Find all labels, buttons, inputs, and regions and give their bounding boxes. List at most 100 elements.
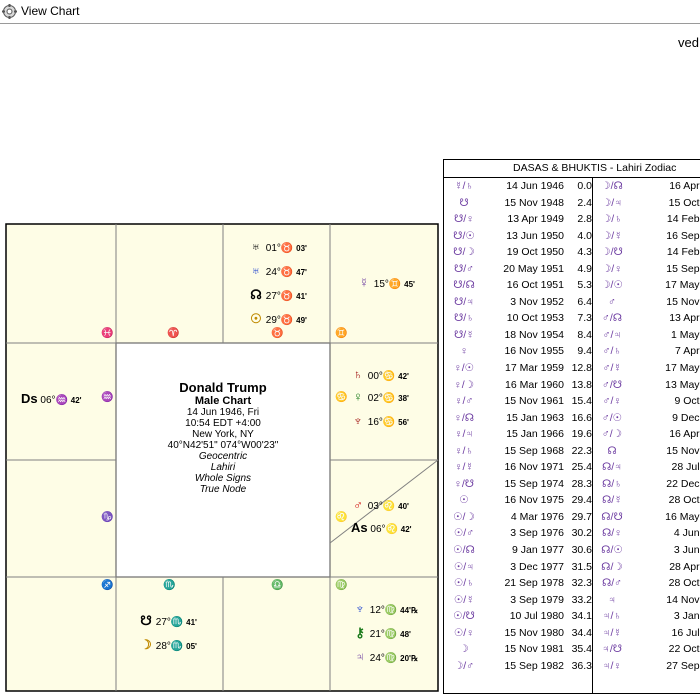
table-row[interactable]: ☋/♃ 3 Nov 1952 6.4 ♂ 15 Nov 199: [444, 294, 700, 311]
table-row[interactable]: ♀/☋ 15 Sep 1974 28.3 ☊/♄ 22 Dec 200: [444, 476, 700, 493]
bhukti-lord: ☊: [607, 444, 617, 457]
table-row[interactable]: ☋/♂ 20 May 1951 4.9 ☽/♀ 15 Sep 198: [444, 261, 700, 278]
table-row[interactable]: ♀/♃ 15 Jan 1966 19.6 ♂/☽ 16 Apr 199: [444, 426, 700, 443]
bhukti-lord: ♃/♀: [602, 659, 622, 672]
planet-entry: As 06°♌ 42': [351, 520, 412, 535]
dasa-lord: ☋/☽: [453, 246, 475, 259]
dasa-lord: ♀/♂: [454, 395, 474, 408]
dasa-lord: ☉/☋: [453, 610, 475, 623]
sign-pisces: ♓: [101, 328, 114, 339]
table-row[interactable]: ♀ 16 Nov 1955 9.4 ♂/♄ 7 Apr 199: [444, 343, 700, 360]
sign-sagittarius: ♐: [101, 580, 114, 591]
table-row[interactable]: ☋/☊ 16 Oct 1951 5.3 ☽/☉ 17 May 199: [444, 277, 700, 294]
uranus-blue-icon: ♅: [251, 263, 261, 278]
dasa-age: 33.2: [571, 593, 592, 606]
bhukti-start-date: 16 Sep 198: [666, 229, 700, 242]
bhukti-start-date: 28 Apr 201: [669, 560, 700, 573]
table-row[interactable]: ☉/♀ 15 Nov 1980 34.4 ♃/☿ 16 Jul 202: [444, 625, 700, 642]
bhukti-start-date: 27 Sep 202: [666, 659, 700, 672]
dasa-start-date: 15 Nov 1981: [504, 643, 564, 656]
bhukti-start-date: 3 Jan 201: [673, 610, 700, 623]
table-row[interactable]: ☋ 15 Nov 1948 2.4 ☽/♃ 15 Oct 198: [444, 195, 700, 212]
table-row[interactable]: ☋/☉ 13 Jun 1950 4.0 ☽/☿ 16 Sep 198: [444, 228, 700, 245]
planet-entry: ♅ 24°♉ 47': [249, 263, 307, 279]
dasa-age: 19.6: [571, 428, 592, 441]
neptune-blue-icon: ♆: [355, 601, 365, 616]
bhukti-start-date: 15 Nov 199: [666, 444, 700, 457]
table-row[interactable]: ♀/♄ 15 Sep 1968 22.3 ☊ 15 Nov 199: [444, 443, 700, 460]
table-row[interactable]: ☋/☿ 18 Nov 1954 8.4 ♂/♃ 1 May 199: [444, 327, 700, 344]
dasa-lord: ♀/☋: [453, 477, 475, 490]
bhukti-start-date: 7 Apr 199: [675, 345, 700, 358]
bhukti-lord: ☊/☉: [601, 544, 623, 557]
bhukti-start-date: 17 May 199: [665, 362, 700, 375]
dasa-lord: ♀/☊: [453, 411, 475, 424]
bhukti-lord: ☊/☋: [601, 510, 623, 523]
bhukti-start-date: 4 Jun 201: [673, 527, 700, 540]
dasa-age: 13.8: [571, 378, 592, 391]
dasa-start-date: 3 Dec 1977: [510, 560, 564, 573]
dasa-start-date: 15 Sep 1974: [504, 477, 564, 490]
sign-virgo: ♍: [335, 580, 348, 591]
birth-place: New York, NY: [192, 429, 254, 440]
table-row[interactable]: ☉/☊ 9 Jan 1977 30.6 ☊/☉ 3 Jun 201: [444, 542, 700, 559]
dasas-table: DASAS & BHUKTIS - Lahiri Zodiac ☿/♄ 14 Ju…: [443, 159, 700, 694]
dasa-start-date: 16 Mar 1960: [505, 378, 564, 391]
dasa-lord: ☉: [459, 494, 469, 507]
dasa-lord: ☉/♂: [453, 527, 475, 540]
dasa-age: 31.5: [571, 560, 592, 573]
bhukti-lord: ☊/♃: [601, 461, 623, 474]
dasa-age: 5.3: [577, 279, 592, 292]
dasa-age: 12.8: [571, 362, 592, 375]
bhukti-lord: ☊/☿: [601, 494, 623, 507]
table-row[interactable]: ☽ 15 Nov 1981 35.4 ♃/☋ 22 Oct 202: [444, 641, 700, 658]
table-row[interactable]: ☉/☿ 3 Sep 1979 33.2 ♃ 14 Nov 201: [444, 592, 700, 609]
table-row[interactable]: ☉/☽ 4 Mar 1976 29.7 ☊/☋ 16 May 200: [444, 509, 700, 526]
dasa-lord: ♀/☉: [453, 362, 475, 375]
table-row[interactable]: ♀/♂ 15 Nov 1961 15.4 ♂/♀ 9 Oct 199: [444, 393, 700, 410]
bhukti-start-date: 13 Apr 199: [669, 312, 700, 325]
table-row[interactable]: ♀/☽ 16 Mar 1960 13.8 ♂/☋ 13 May 199: [444, 377, 700, 394]
dasa-start-date: 15 Sep 1982: [504, 659, 564, 672]
sign-leo: ♌: [335, 512, 348, 523]
table-row[interactable]: ☋/☽ 19 Oct 1950 4.3 ☽/☋ 14 Feb 198: [444, 244, 700, 261]
planet-entry: ☉ 29°♉ 49': [250, 311, 307, 326]
table-row[interactable]: ☽/♂ 15 Sep 1982 36.3 ♃/♀ 27 Sep 202: [444, 658, 700, 675]
table-row[interactable]: ♀/☉ 17 Mar 1959 12.8 ♂/☿ 17 May 199: [444, 360, 700, 377]
dasa-age: 34.1: [571, 610, 592, 623]
planet-entry: ♂ 03°♌ 40': [351, 498, 409, 513]
table-row[interactable]: ☉/♄ 21 Sep 1978 32.3 ☊/♂ 28 Oct 201: [444, 575, 700, 592]
bhukti-lord: ♂/♀: [602, 395, 622, 408]
table-row[interactable]: ☿/♄ 14 Jun 1946 0.0 ☽/☊ 16 Apr 198: [444, 178, 700, 195]
planet-entry: ☿ 15°♊ 45': [357, 276, 415, 291]
table-row[interactable]: ☉/☋ 10 Jul 1980 34.1 ♃/♄ 3 Jan 201: [444, 608, 700, 625]
sign-gemini: ♊: [335, 328, 348, 339]
dasa-lord: ☋/♀: [453, 213, 475, 226]
chart-type: Male Chart: [194, 395, 252, 407]
table-row[interactable]: ☋/♄ 10 Oct 1953 7.3 ♂/☊ 13 Apr 199: [444, 310, 700, 327]
dasas-rows: ☿/♄ 14 Jun 1946 0.0 ☽/☊ 16 Apr 198 ☋ 15 Nov 19…: [444, 178, 700, 674]
setting-ayanamsa: Lahiri: [210, 462, 236, 473]
bhukti-lord: ♃: [608, 593, 616, 606]
table-row[interactable]: ☋/♀ 13 Apr 1949 2.8 ☽/♄ 14 Feb 198: [444, 211, 700, 228]
birth-coords: 40°N42'51" 074°W00'23": [167, 440, 279, 451]
table-row[interactable]: ♀/☿ 16 Nov 1971 25.4 ☊/♃ 28 Jul 200: [444, 459, 700, 476]
table-row[interactable]: ☉ 16 Nov 1975 29.4 ☊/☿ 28 Oct 200: [444, 492, 700, 509]
sign-capricorn: ♑: [101, 512, 114, 523]
bhukti-lord: ♂/♃: [602, 328, 622, 341]
dasa-age: 25.4: [571, 461, 592, 474]
table-row[interactable]: ☉/♃ 3 Dec 1977 31.5 ☊/☽ 28 Apr 201: [444, 559, 700, 576]
dasa-age: 34.4: [571, 626, 592, 639]
bhukti-start-date: 15 Sep 198: [666, 262, 700, 275]
table-row[interactable]: ☉/♂ 3 Sep 1976 30.2 ☊/♀ 4 Jun 201: [444, 525, 700, 542]
brand-text: ved: [678, 35, 699, 50]
bhukti-start-date: 13 May 199: [665, 378, 700, 391]
bhukti-start-date: 14 Nov 201: [666, 593, 700, 606]
bhukti-start-date: 15 Nov 199: [666, 295, 700, 308]
dasa-start-date: 10 Oct 1953: [506, 312, 564, 325]
gear-chart-icon: [2, 4, 17, 19]
bhukti-start-date: 28 Oct 200: [668, 494, 700, 507]
sign-taurus: ♉: [271, 328, 284, 339]
bhukti-start-date: 9 Dec 199: [672, 411, 700, 424]
table-row[interactable]: ♀/☊ 15 Jan 1963 16.6 ♂/☉ 9 Dec 199: [444, 410, 700, 427]
